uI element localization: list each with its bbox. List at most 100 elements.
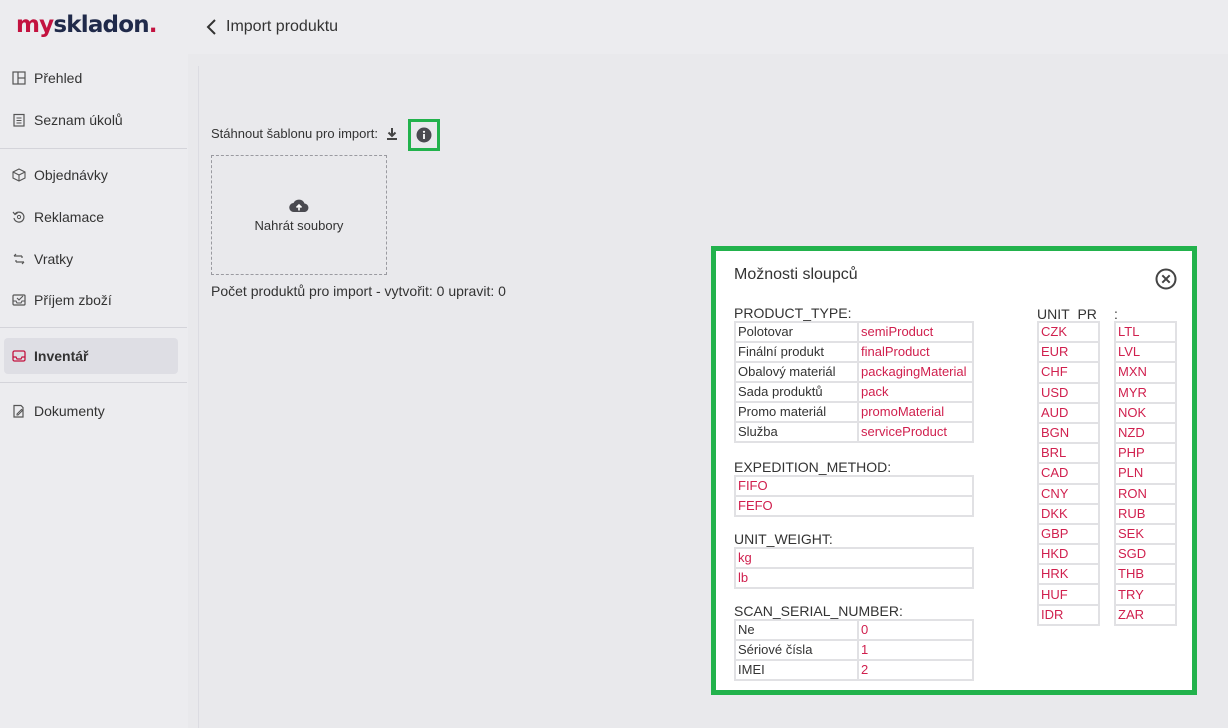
- swap-icon: [12, 252, 26, 266]
- column-options-info-button[interactable]: [408, 119, 440, 151]
- table-row: Obalový materiál packagingMaterial: [734, 361, 974, 383]
- table-row: Sériové čísla 1: [734, 639, 974, 661]
- currency-code: HUF: [1037, 583, 1100, 606]
- box-icon: [12, 168, 26, 182]
- currency-code: EUR: [1037, 341, 1100, 364]
- table-row: FIFO: [734, 475, 974, 497]
- inbox-tray-icon: [12, 293, 26, 307]
- currency-code: PHP: [1114, 442, 1177, 465]
- scan-serial-number-table: Ne 0 Sériové čísla 1 IMEI 2: [734, 619, 974, 681]
- sidebar-item-objednavky[interactable]: Objednávky: [4, 157, 178, 193]
- sidebar-item-prehled[interactable]: Přehled: [4, 60, 178, 96]
- table-row: FEFO: [734, 495, 974, 517]
- modal-title: Možnosti sloupců: [734, 266, 858, 283]
- currency-table-right: LTL LVL MXN MYR NOK NZD PHP PLN RON RUB …: [1114, 320, 1177, 626]
- option-value: lb: [734, 567, 974, 589]
- back-button[interactable]: [204, 17, 218, 37]
- grid-icon: [12, 71, 26, 85]
- table-row: AUD: [1037, 401, 1100, 424]
- currency-table-left: CZK EUR CHF USD AUD BGN BRL CAD CNY DKK …: [1037, 320, 1100, 626]
- option-value: kg: [734, 547, 974, 569]
- currency-code: USD: [1037, 381, 1100, 404]
- table-row: THB: [1114, 563, 1177, 586]
- modal-close-button[interactable]: [1155, 268, 1179, 292]
- table-row: LVL: [1114, 341, 1177, 364]
- table-row: HUF: [1037, 583, 1100, 606]
- table-row: CNY: [1037, 482, 1100, 505]
- currency-code: NZD: [1114, 421, 1177, 445]
- inventory-tray-icon: [12, 349, 26, 363]
- sidebar-item-label: Objednávky: [34, 167, 108, 183]
- option-value: finalProduct: [857, 341, 974, 363]
- table-row: RON: [1114, 482, 1177, 505]
- table-row: DKK: [1037, 502, 1100, 525]
- currency-code: CAD: [1037, 462, 1100, 485]
- table-row: CHF: [1037, 361, 1100, 384]
- currency-code: PLN: [1114, 462, 1177, 485]
- sidebar-item-vratky[interactable]: Vratky: [4, 241, 178, 277]
- scan-serial-number-label: SCAN_SERIAL_NUMBER:: [734, 603, 903, 619]
- currency-code: ZAR: [1114, 603, 1177, 626]
- table-row: SEK: [1114, 522, 1177, 546]
- app-logo[interactable]: myskladon.: [16, 12, 158, 38]
- document-edit-icon: [12, 404, 26, 418]
- option-value: FIFO: [734, 475, 974, 497]
- download-template-label: Stáhnout šablonu pro import:: [211, 126, 378, 141]
- table-row: Služba serviceProduct: [734, 421, 974, 443]
- sidebar-item-label: Vratky: [34, 251, 74, 267]
- currency-code: IDR: [1037, 603, 1100, 626]
- table-row: Polotovar semiProduct: [734, 321, 974, 343]
- column-options-modal: Možnosti sloupců PRODUCT_TYPE: Polotovar…: [711, 246, 1197, 695]
- currency-code: SEK: [1114, 522, 1177, 546]
- table-row: IMEI 2: [734, 659, 974, 681]
- option-name: Sériové čísla: [734, 639, 859, 661]
- unit-price-label-suffix: :: [1114, 306, 1118, 322]
- option-value: pack: [857, 381, 974, 403]
- currency-code: LVL: [1114, 341, 1177, 364]
- option-value: 0: [857, 619, 974, 641]
- upload-files-label: Nahrát soubory: [254, 217, 344, 233]
- close-icon: [1155, 268, 1177, 290]
- table-row: SGD: [1114, 543, 1177, 566]
- download-icon: [387, 128, 397, 140]
- file-upload-dropzone[interactable]: Nahrát soubory: [211, 155, 387, 275]
- currency-code: CNY: [1037, 482, 1100, 505]
- sidebar-item-label: Dokumenty: [34, 403, 105, 419]
- option-name: Obalový materiál: [734, 361, 859, 383]
- option-name: Služba: [734, 421, 859, 443]
- option-name: Ne: [734, 619, 859, 641]
- table-row: GBP: [1037, 522, 1100, 546]
- currency-code: BGN: [1037, 421, 1100, 445]
- table-row: BGN: [1037, 421, 1100, 445]
- table-row: Sada produktů pack: [734, 381, 974, 403]
- product-type-label: PRODUCT_TYPE:: [734, 305, 852, 321]
- table-row: EUR: [1037, 341, 1100, 364]
- sidebar-item-label: Seznam úkolů: [34, 112, 123, 128]
- table-row: NOK: [1114, 401, 1177, 424]
- currency-code: BRL: [1037, 442, 1100, 465]
- sidebar-item-inventar[interactable]: Inventář: [4, 338, 178, 374]
- sidebar-divider: [0, 382, 187, 383]
- sidebar-item-prijem-zbozi[interactable]: Příjem zboží: [4, 282, 178, 318]
- table-row: HRK: [1037, 563, 1100, 586]
- currency-code: DKK: [1037, 502, 1100, 525]
- currency-code: LTL: [1114, 320, 1177, 344]
- download-template-button[interactable]: [384, 126, 400, 142]
- sidebar-item-reklamace[interactable]: Reklamace: [4, 199, 178, 235]
- sidebar-divider: [0, 327, 187, 328]
- table-row: USD: [1037, 381, 1100, 404]
- sidebar-item-label: Reklamace: [34, 209, 105, 225]
- table-row: CZK: [1037, 320, 1100, 344]
- currency-code: NOK: [1114, 401, 1177, 424]
- currency-code: MXN: [1114, 361, 1177, 384]
- sidebar-item-dokumenty[interactable]: Dokumenty: [4, 393, 178, 429]
- option-name: Sada produktů: [734, 381, 859, 403]
- currency-code: HKD: [1037, 543, 1100, 566]
- table-row: Ne 0: [734, 619, 974, 641]
- table-row: PLN: [1114, 462, 1177, 485]
- table-row: LTL: [1114, 320, 1177, 344]
- table-row: lb: [734, 567, 974, 589]
- sidebar-divider: [0, 148, 187, 149]
- sidebar-item-seznam-ukolu[interactable]: Seznam úkolů: [4, 102, 178, 138]
- currency-code: RUB: [1114, 502, 1177, 525]
